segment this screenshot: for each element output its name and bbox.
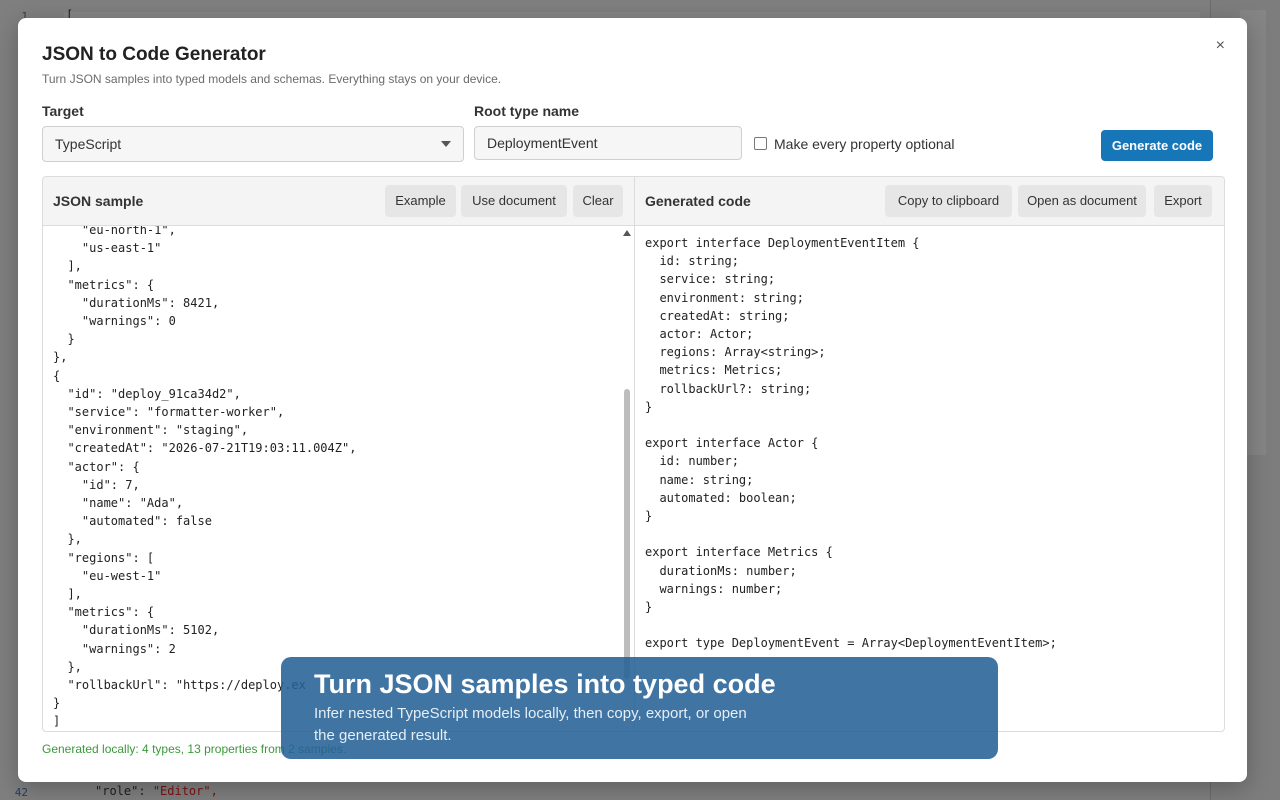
- background-code-line-role: "role": "Editor",: [95, 784, 218, 798]
- dialog-title: JSON to Code Generator: [42, 44, 266, 65]
- root-type-input[interactable]: [474, 126, 742, 160]
- json-sample-text[interactable]: "eu-north-1", "us-east-1" ], "metrics": …: [53, 226, 356, 731]
- generated-code-text: export interface DeploymentEventItem { i…: [645, 236, 1057, 651]
- open-as-document-button[interactable]: Open as document: [1018, 185, 1146, 217]
- close-button[interactable]: ×: [1216, 36, 1225, 56]
- json-sample-title: JSON sample: [53, 193, 144, 209]
- root-type-label: Root type name: [474, 103, 580, 119]
- background-code-key: "role": [95, 784, 139, 798]
- use-document-button[interactable]: Use document: [461, 185, 567, 217]
- generated-code-header: Generated code Copy to clipboard Open as…: [635, 177, 1224, 226]
- chevron-down-icon: [441, 141, 451, 147]
- json-sample-editor[interactable]: "eu-north-1", "us-east-1" ], "metrics": …: [43, 226, 634, 731]
- target-select[interactable]: TypeScript: [42, 126, 464, 162]
- scroll-up-arrow-icon[interactable]: [623, 230, 631, 236]
- editor-panels: JSON sample Example Use document Clear "…: [42, 176, 1225, 732]
- target-label: Target: [42, 103, 84, 119]
- background-code-value: "Editor",: [152, 784, 218, 798]
- export-button[interactable]: Export: [1154, 185, 1212, 217]
- json-sample-scrollbar[interactable]: [622, 226, 632, 731]
- generate-code-button[interactable]: Generate code: [1101, 130, 1213, 161]
- json-sample-panel: JSON sample Example Use document Clear "…: [43, 177, 635, 731]
- background-line-number: 42: [14, 786, 28, 799]
- generated-code-panel: Generated code Copy to clipboard Open as…: [635, 177, 1224, 731]
- toast-body: Infer nested TypeScript models locally, …: [314, 705, 747, 744]
- optional-checkbox[interactable]: [754, 137, 767, 150]
- toast-title: Turn JSON samples into typed code: [314, 669, 776, 699]
- generated-code-view: export interface DeploymentEventItem { i…: [635, 226, 1224, 731]
- json-sample-header: JSON sample Example Use document Clear: [43, 177, 634, 226]
- clear-button[interactable]: Clear: [573, 185, 623, 217]
- feature-toast: Turn JSON samples into typed code Infer …: [281, 657, 998, 759]
- example-button[interactable]: Example: [385, 185, 456, 217]
- generated-code-title: Generated code: [645, 193, 751, 209]
- target-select-value: TypeScript: [55, 136, 122, 152]
- scroll-thumb[interactable]: [624, 389, 630, 679]
- dialog-subtitle: Turn JSON samples into typed models and …: [42, 72, 502, 86]
- optional-checkbox-label[interactable]: Make every property optional: [774, 136, 955, 152]
- copy-to-clipboard-button[interactable]: Copy to clipboard: [885, 185, 1012, 217]
